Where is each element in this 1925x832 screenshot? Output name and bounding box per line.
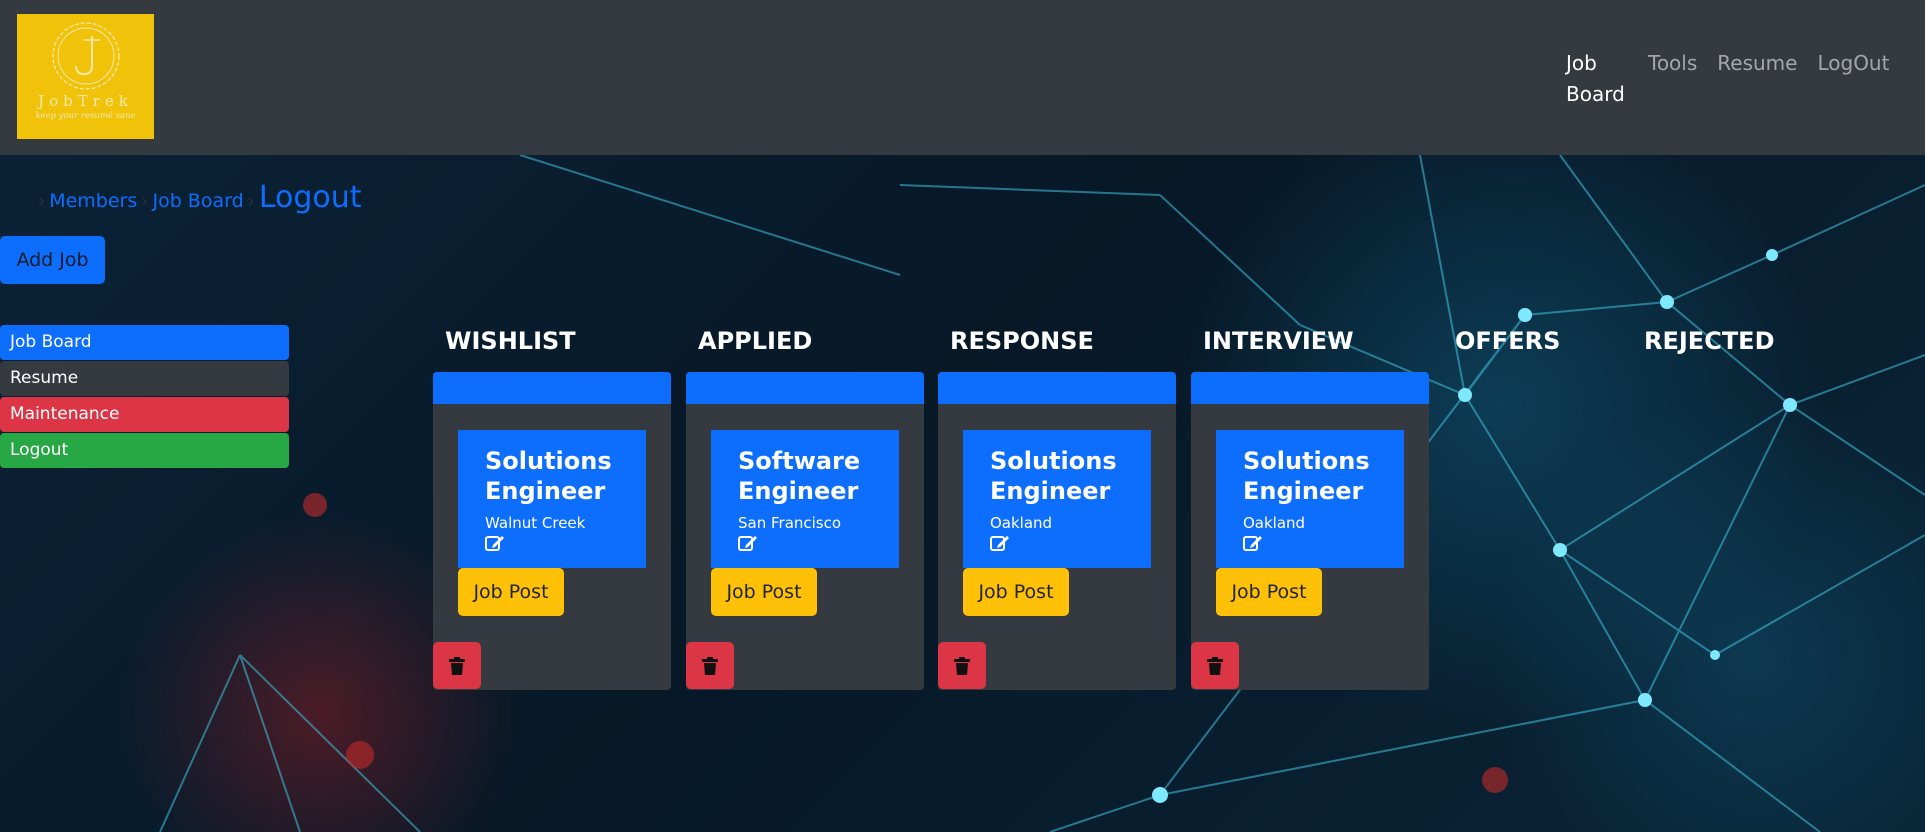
- job-post-button[interactable]: Job Post: [963, 568, 1069, 616]
- job-location: San Francisco: [738, 514, 842, 532]
- column-title-interview: INTERVIEW: [1203, 327, 1354, 355]
- edit-icon[interactable]: [738, 534, 758, 552]
- breadcrumb: › Members › Job Board › Logout: [38, 180, 362, 215]
- sidebar-item-logout[interactable]: Logout: [0, 433, 289, 468]
- trash-icon: [449, 656, 465, 675]
- column-title-response: RESPONSE: [950, 327, 1094, 355]
- column-title-rejected: REJECTED: [1644, 327, 1775, 355]
- breadcrumb-job-board[interactable]: Job Board: [152, 190, 243, 212]
- trash-icon: [1207, 656, 1223, 675]
- job-card[interactable]: Solutions Engineer Oakland: [1216, 430, 1404, 568]
- column-title-applied: APPLIED: [698, 327, 813, 355]
- job-title: Solutions Engineer: [485, 447, 612, 505]
- lane-wishlist: Solutions Engineer Walnut Creek Job Post: [433, 372, 671, 690]
- chevron-right-icon: ›: [247, 191, 255, 212]
- delete-button[interactable]: [686, 642, 734, 689]
- add-job-button[interactable]: Add Job: [0, 236, 105, 284]
- brand-tagline: keep your resumé sane: [35, 111, 136, 121]
- chevron-right-icon: ›: [38, 191, 46, 212]
- edit-icon[interactable]: [1243, 534, 1263, 552]
- job-location: Oakland: [990, 514, 1053, 532]
- edit-icon[interactable]: [485, 534, 505, 552]
- nav-link-tools[interactable]: Tools: [1648, 48, 1697, 110]
- delete-button[interactable]: [1191, 642, 1239, 689]
- column-title-wishlist: WISHLIST: [445, 327, 576, 355]
- top-navbar: JobTrek keep your resumé sane Job Board …: [0, 0, 1925, 155]
- breadcrumb-logout[interactable]: Logout: [259, 180, 362, 215]
- job-title: Software Engineer: [738, 447, 861, 505]
- nav-links: Job Board Tools Resume LogOut: [1566, 48, 1889, 110]
- trash-icon: [702, 656, 718, 675]
- job-location: Walnut Creek: [485, 514, 586, 532]
- logo-badge-icon: [51, 22, 120, 90]
- delete-button[interactable]: [938, 642, 986, 689]
- job-title: Solutions Engineer: [990, 447, 1117, 505]
- column-title-offers: OFFERS: [1455, 327, 1561, 355]
- brand-logo[interactable]: JobTrek keep your resumé sane: [17, 14, 154, 139]
- brand-name: JobTrek: [38, 92, 133, 110]
- nav-link-job-board[interactable]: Job Board: [1566, 48, 1628, 110]
- sidebar-item-resume[interactable]: Resume: [0, 361, 289, 396]
- nav-link-resume[interactable]: Resume: [1717, 48, 1797, 110]
- lane-header: [686, 372, 924, 404]
- job-title: Solutions Engineer: [1243, 447, 1370, 505]
- sidebar-item-maintenance[interactable]: Maintenance: [0, 397, 289, 432]
- sidebar: Job Board Resume Maintenance Logout: [0, 325, 289, 469]
- job-card[interactable]: Solutions Engineer Oakland: [963, 430, 1151, 568]
- lane-header: [1191, 372, 1429, 404]
- trash-icon: [954, 656, 970, 675]
- job-card[interactable]: Solutions Engineer Walnut Creek: [458, 430, 646, 568]
- edit-icon[interactable]: [990, 534, 1010, 552]
- job-post-button[interactable]: Job Post: [458, 568, 564, 616]
- job-post-button[interactable]: Job Post: [1216, 568, 1322, 616]
- job-post-button[interactable]: Job Post: [711, 568, 817, 616]
- job-location: Oakland: [1243, 514, 1306, 532]
- sidebar-item-job-board[interactable]: Job Board: [0, 325, 289, 360]
- lane-applied: Software Engineer San Francisco Job Post: [686, 372, 924, 690]
- job-card[interactable]: Software Engineer San Francisco: [711, 430, 899, 568]
- lane-interview: Solutions Engineer Oakland Job Post: [1191, 372, 1429, 690]
- chevron-right-icon: ›: [141, 191, 149, 212]
- lane-response: Solutions Engineer Oakland Job Post: [938, 372, 1176, 690]
- lane-header: [433, 372, 671, 404]
- lane-header: [938, 372, 1176, 404]
- delete-button[interactable]: [433, 642, 481, 689]
- nav-link-logout[interactable]: LogOut: [1817, 48, 1889, 110]
- breadcrumb-members[interactable]: Members: [49, 190, 137, 212]
